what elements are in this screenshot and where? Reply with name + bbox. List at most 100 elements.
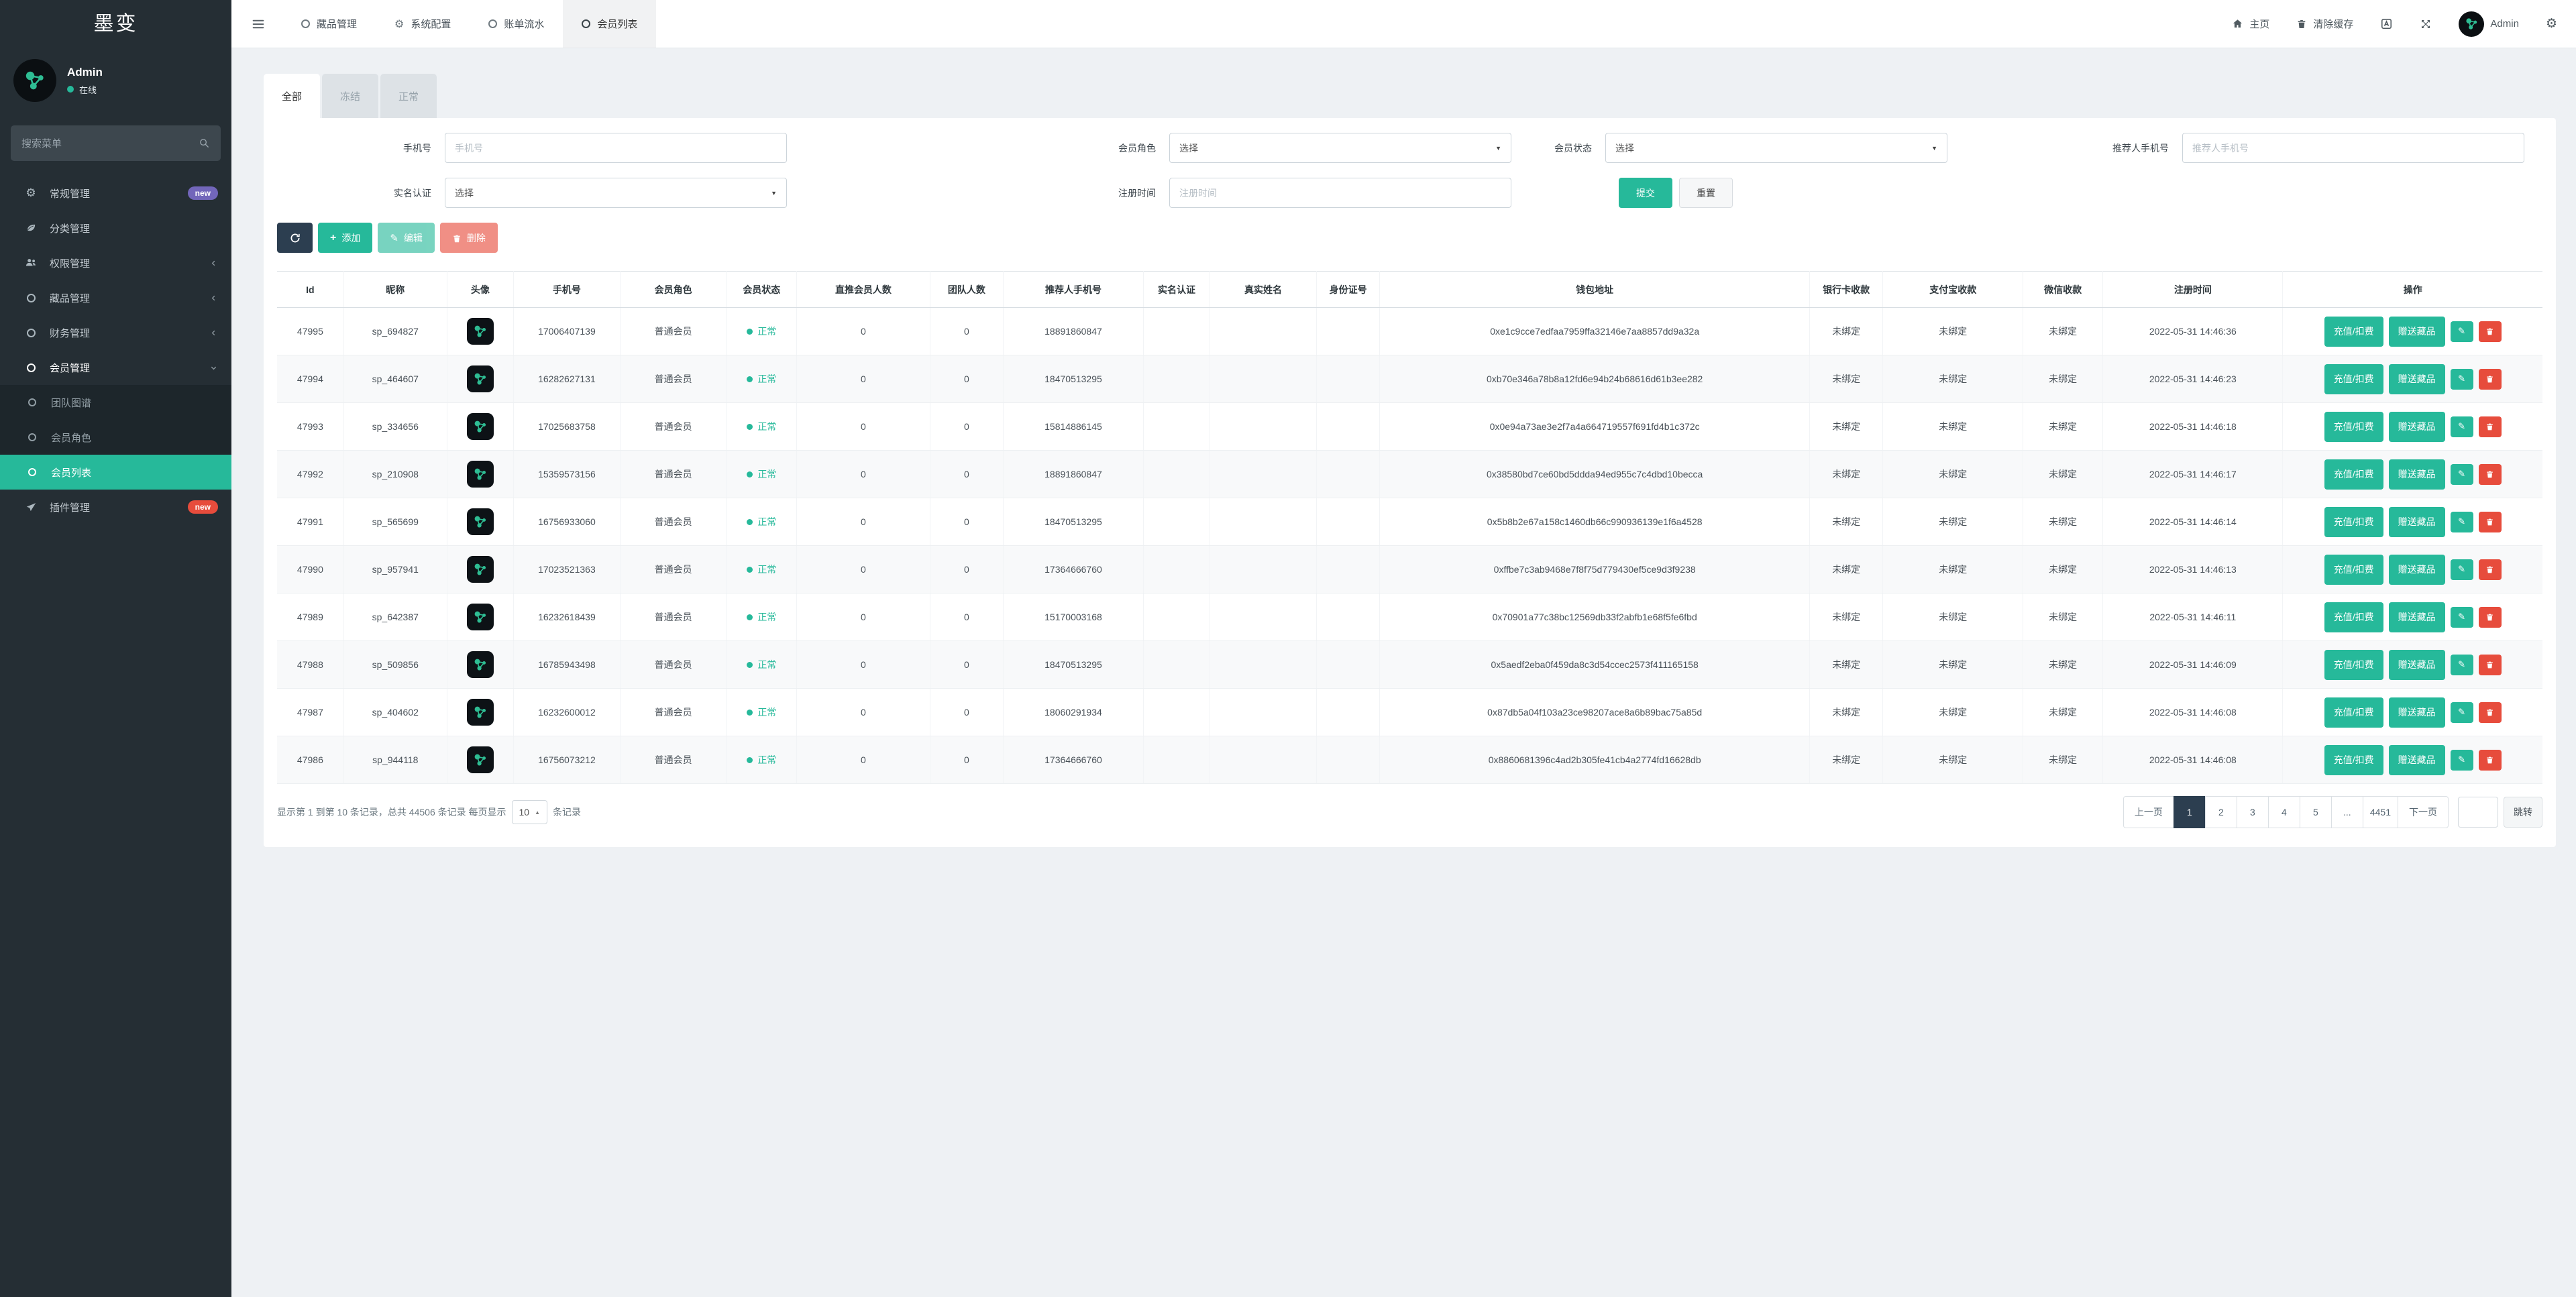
tab-member-list[interactable]: 会员列表 <box>563 0 657 48</box>
row-edit-button[interactable]: ✎ <box>2450 701 2473 723</box>
home-button[interactable]: 主页 <box>2232 17 2269 31</box>
row-edit-button[interactable]: ✎ <box>2450 463 2473 485</box>
col-header-phone[interactable]: 手机号 <box>513 271 621 308</box>
row-delete-button[interactable] <box>2478 701 2502 723</box>
language-button[interactable] <box>2380 17 2393 30</box>
col-header-role[interactable]: 会员角色 <box>619 271 727 308</box>
gift-collection-button[interactable]: 赠送藏品 <box>2388 411 2445 442</box>
row-delete-button[interactable] <box>2478 559 2502 580</box>
member-role-select[interactable]: 选择 ▼ <box>1169 133 1511 163</box>
col-header-bank[interactable]: 银行卡收款 <box>1809 271 1883 308</box>
add-button[interactable]: + 添加 <box>318 223 373 253</box>
col-header-nickname[interactable]: 昵称 <box>343 271 447 308</box>
page-1[interactable]: 1 <box>2173 796 2206 828</box>
page-last[interactable]: 4451 <box>2362 796 2398 828</box>
filter-tab-all[interactable]: 全部 <box>264 74 321 118</box>
col-header-id[interactable]: Id <box>277 271 344 308</box>
col-header-real-name[interactable]: 真实姓名 <box>1210 271 1317 308</box>
page-prev[interactable]: 上一页 <box>2123 796 2174 828</box>
clear-cache-button[interactable]: 清除缓存 <box>2296 17 2353 31</box>
row-edit-button[interactable]: ✎ <box>2450 416 2473 437</box>
row-delete-button[interactable] <box>2478 321 2502 342</box>
recharge-button[interactable]: 充值/扣费 <box>2324 649 2383 680</box>
col-header-avatar[interactable]: 头像 <box>446 271 514 308</box>
referrer-phone-input[interactable] <box>2182 133 2524 163</box>
col-header-reg-time[interactable]: 注册时间 <box>2102 271 2283 308</box>
sidebar-item-member-role[interactable]: 会员角色 <box>0 420 231 455</box>
col-header-team-count[interactable]: 团队人数 <box>929 271 1004 308</box>
edit-button[interactable]: ✎ 编辑 <box>378 223 435 253</box>
tab-bill-flow[interactable]: 账单流水 <box>470 0 563 48</box>
submit-button[interactable]: 提交 <box>1619 178 1672 208</box>
gift-collection-button[interactable]: 赠送藏品 <box>2388 697 2445 728</box>
row-delete-button[interactable] <box>2478 654 2502 675</box>
tab-system-config[interactable]: ⚙ 系统配置 <box>376 0 470 48</box>
recharge-button[interactable]: 充值/扣费 <box>2324 316 2383 347</box>
sidebar-item-permission[interactable]: 权限管理 <box>0 245 231 280</box>
gift-collection-button[interactable]: 赠送藏品 <box>2388 363 2445 394</box>
fullscreen-button[interactable] <box>2420 17 2432 30</box>
col-header-wallet[interactable]: 钱包地址 <box>1379 271 1810 308</box>
row-delete-button[interactable] <box>2478 511 2502 532</box>
gift-collection-button[interactable]: 赠送藏品 <box>2388 744 2445 775</box>
col-header-actions[interactable]: 操作 <box>2282 271 2542 308</box>
page-jump-input[interactable] <box>2458 797 2498 828</box>
gift-collection-button[interactable]: 赠送藏品 <box>2388 602 2445 632</box>
page-4[interactable]: 4 <box>2267 796 2300 828</box>
recharge-button[interactable]: 充值/扣费 <box>2324 554 2383 585</box>
reset-button[interactable]: 重置 <box>1679 178 1733 208</box>
recharge-button[interactable]: 充值/扣费 <box>2324 602 2383 632</box>
row-delete-button[interactable] <box>2478 368 2502 390</box>
filter-tab-frozen[interactable]: 冻结 <box>322 74 379 118</box>
recharge-button[interactable]: 充值/扣费 <box>2324 697 2383 728</box>
col-header-status[interactable]: 会员状态 <box>726 271 797 308</box>
sidebar-item-team-graph[interactable]: 团队图谱 <box>0 385 231 420</box>
hamburger-menu-icon[interactable] <box>252 17 265 31</box>
row-delete-button[interactable] <box>2478 749 2502 771</box>
recharge-button[interactable]: 充值/扣费 <box>2324 506 2383 537</box>
sidebar-item-member-list[interactable]: 会员列表 <box>0 455 231 490</box>
user-menu[interactable]: Admin <box>2459 11 2519 37</box>
recharge-button[interactable]: 充值/扣费 <box>2324 459 2383 490</box>
row-edit-button[interactable]: ✎ <box>2450 511 2473 532</box>
col-header-alipay[interactable]: 支付宝收款 <box>1882 271 2023 308</box>
sidebar-item-general[interactable]: ⚙ 常规管理 new <box>0 176 231 211</box>
gift-collection-button[interactable]: 赠送藏品 <box>2388 554 2445 585</box>
row-edit-button[interactable]: ✎ <box>2450 321 2473 342</box>
page-2[interactable]: 2 <box>2204 796 2237 828</box>
recharge-button[interactable]: 充值/扣费 <box>2324 411 2383 442</box>
page-size-select[interactable]: 10 ▲ <box>511 800 548 824</box>
sidebar-item-category[interactable]: 分类管理 <box>0 211 231 245</box>
gift-collection-button[interactable]: 赠送藏品 <box>2388 506 2445 537</box>
row-edit-button[interactable]: ✎ <box>2450 368 2473 390</box>
col-header-wechat[interactable]: 微信收款 <box>2023 271 2103 308</box>
phone-input[interactable] <box>445 133 787 163</box>
sidebar-item-collection[interactable]: 藏品管理 <box>0 280 231 315</box>
row-edit-button[interactable]: ✎ <box>2450 654 2473 675</box>
col-header-real-auth[interactable]: 实名认证 <box>1142 271 1210 308</box>
refresh-button[interactable] <box>277 223 313 253</box>
sidebar-item-plugin[interactable]: 插件管理 new <box>0 490 231 524</box>
real-auth-select[interactable]: 选择 ▼ <box>445 178 787 208</box>
page-next[interactable]: 下一页 <box>2398 796 2449 828</box>
recharge-button[interactable]: 充值/扣费 <box>2324 744 2383 775</box>
row-edit-button[interactable]: ✎ <box>2450 559 2473 580</box>
col-header-referrer[interactable]: 推荐人手机号 <box>1003 271 1144 308</box>
gift-collection-button[interactable]: 赠送藏品 <box>2388 316 2445 347</box>
row-edit-button[interactable]: ✎ <box>2450 606 2473 628</box>
sidebar-item-finance[interactable]: 财务管理 <box>0 315 231 350</box>
member-status-select[interactable]: 选择 ▼ <box>1605 133 1947 163</box>
sidebar-item-member[interactable]: 会员管理 <box>0 350 231 385</box>
row-edit-button[interactable]: ✎ <box>2450 749 2473 771</box>
tab-collection[interactable]: 藏品管理 <box>282 0 376 48</box>
delete-button[interactable]: 删除 <box>439 223 498 253</box>
page-jump-button[interactable]: 跳转 <box>2504 797 2542 828</box>
row-delete-button[interactable] <box>2478 463 2502 485</box>
gift-collection-button[interactable]: 赠送藏品 <box>2388 649 2445 680</box>
sidebar-search-input[interactable]: 搜索菜单 <box>11 125 221 161</box>
page-5[interactable]: 5 <box>2299 796 2332 828</box>
page-3[interactable]: 3 <box>2236 796 2269 828</box>
settings-button[interactable]: ⚙ <box>2546 16 2557 32</box>
col-header-direct-count[interactable]: 直推会员人数 <box>796 271 930 308</box>
gift-collection-button[interactable]: 赠送藏品 <box>2388 459 2445 490</box>
